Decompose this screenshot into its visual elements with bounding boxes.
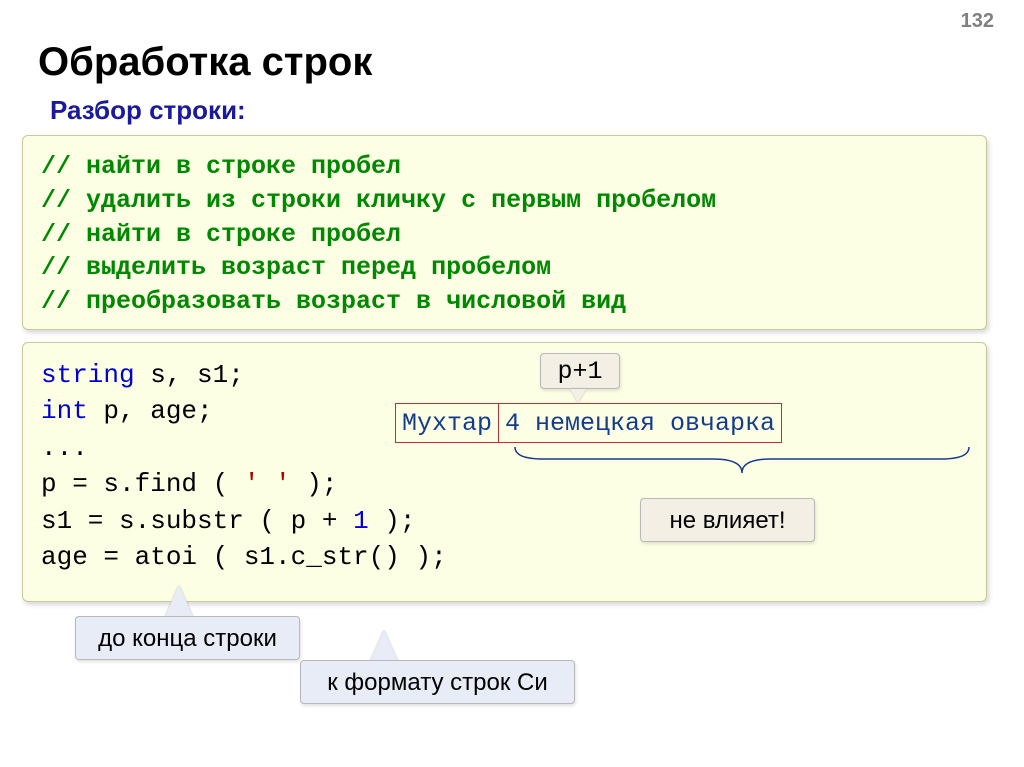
brace-icon [513,445,971,475]
keyword: string [41,360,135,390]
p-plus-1-label: p+1 [540,353,620,389]
comment-line: // найти в строке пробел [41,218,968,252]
callout-c-string-format: к формату строк Си [300,660,575,704]
code-line: s1 = s.substr ( p + 1 ); [41,503,968,539]
callout-pointer-icon [165,585,193,617]
comment-line: // найти в строке пробел [41,150,968,184]
string-diagram: p+1 Мухтар 4 немецкая овчарка [395,353,975,483]
no-effect-callout: не влияет! [640,498,815,542]
code-text: p = s.find ( [41,469,244,499]
comment-line: // преобразовать возраст в числовой вид [41,285,968,319]
page-title: Обработка строк [38,40,372,85]
segment-name: Мухтар [396,404,499,442]
code-text: ); [369,506,416,536]
number-literal: 1 [353,506,369,536]
subtitle: Разбор строки: [50,95,246,126]
code-line: age = atoi ( s1.c_str() ); [41,539,968,575]
string-row: Мухтар 4 немецкая овчарка [395,403,782,443]
page-number: 132 [961,10,994,33]
callout-pointer-icon [370,630,398,662]
comment-line: // удалить из строки кличку с первым про… [41,184,968,218]
code-text: s1 = s.substr ( p + [41,506,353,536]
code-text: ); [291,469,338,499]
callout-end-of-string: до конца строки [75,616,300,660]
keyword: int [41,396,88,426]
char-literal: ' ' [244,469,291,499]
comment-line: // выделить возраст перед пробелом [41,251,968,285]
comment-block: // найти в строке пробел // удалить из с… [22,135,987,330]
code-text: s, s1; [135,360,244,390]
code-text: p, age; [88,396,213,426]
pointer-down-icon [570,389,586,403]
segment-rest: 4 немецкая овчарка [499,404,781,442]
